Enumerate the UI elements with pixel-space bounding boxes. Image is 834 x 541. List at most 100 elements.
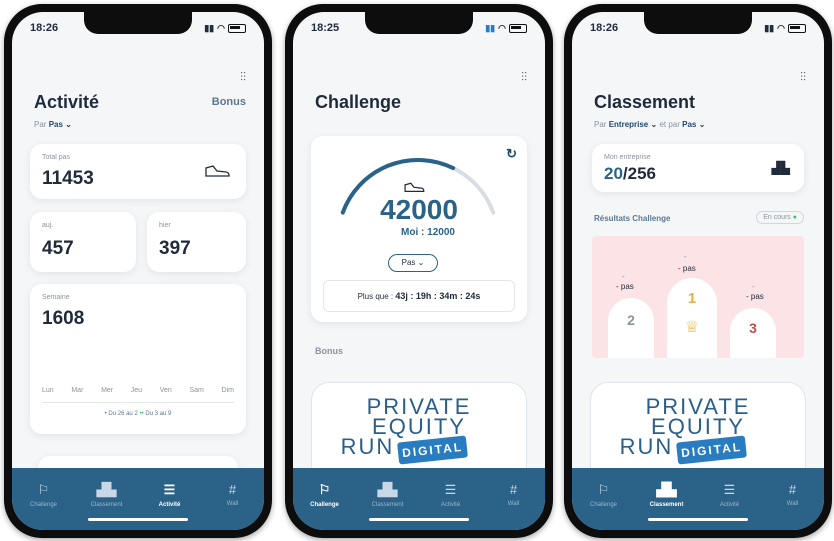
total-label: Total pas — [42, 154, 71, 161]
week-legend: • Du 26 au 2 •• Du 3 au 9 — [30, 411, 246, 417]
nav-label: Challenge — [310, 502, 339, 508]
yesterday-value: 397 — [159, 238, 191, 259]
screen-challenge: 18:25 ▮▮ ◠ ⫶⫶ Challenge ↻ 42000 Moi : 12… — [293, 12, 545, 530]
total-card: Total pas 11453 — [30, 144, 246, 199]
nav-challenge[interactable]: ⚐ Challenge — [12, 482, 75, 508]
podium-panel: - - pas - - pas - - pas 2 1 ♕ 3 — [592, 236, 804, 358]
nav-classement[interactable]: ▟▙ Classement — [75, 482, 138, 508]
flag-icon: ⚐ — [318, 482, 331, 497]
nav-wall[interactable]: # Wall — [482, 482, 545, 507]
podium-icon: ▟▙ — [771, 161, 790, 175]
chevron-down-icon: ⌄ — [698, 120, 706, 129]
hash-icon: # — [788, 482, 797, 497]
bonus-section-title: Bonus — [315, 346, 343, 356]
status-badge: En cours ● — [756, 211, 804, 224]
logo-run: RUN — [340, 434, 395, 459]
sliders-icon[interactable]: ⫶⫶ — [240, 70, 246, 85]
phone-activite: 18:26 ▮▮ ◠ ⫶⫶ Activité Bonus Par Pas ⌄ T… — [4, 4, 272, 538]
nav-label: Classement — [90, 502, 123, 508]
screen-classement: 18:26 ▮▮ ◠ ⫶⫶ Classement Par Entreprise … — [572, 12, 824, 530]
sneaker-icon — [404, 182, 425, 192]
bottom-nav: ⚐ Challenge ▟▙ Classement ☰ Activité # Wall — [572, 468, 824, 530]
legend-dot: • — [104, 411, 107, 417]
third-dot: - — [752, 282, 755, 291]
week-card: Semaine 1608 Lun Mar Mer Jeu Ven Sam Dim… — [30, 284, 246, 434]
nav-label: Activité — [440, 502, 461, 508]
company-card: Mon entreprise 20/256 ▟▙ — [592, 144, 804, 192]
sneaker-icon — [205, 165, 230, 177]
chevron-down-icon: ⌄ — [417, 258, 425, 267]
sliders-icon[interactable]: ⫶⫶ — [521, 70, 527, 85]
logo-digital-badge: DIGITAL — [397, 435, 469, 465]
first-steps: - pas — [678, 264, 696, 273]
day-label: Mar — [71, 387, 84, 394]
sliders-icon[interactable]: ⫶⫶ — [800, 70, 806, 85]
my-steps: Moi : 12000 — [401, 227, 455, 238]
bottom-nav: ⚐ Challenge ▟▙ Classement ☰ Activité # Wall — [12, 468, 264, 530]
nav-label: Activité — [719, 502, 740, 508]
phone-challenge: 18:25 ▮▮ ◠ ⫶⫶ Challenge ↻ 42000 Moi : 12… — [285, 4, 553, 538]
flag-icon: ⚐ — [597, 482, 610, 497]
nav-label: Challenge — [589, 502, 618, 508]
divider — [42, 402, 234, 403]
filter-mid: et par — [659, 120, 680, 129]
nav-classement[interactable]: ▟▙ Classement — [356, 482, 419, 508]
countdown-value: 43j : 19h : 34m : 24s — [395, 291, 481, 301]
refresh-icon[interactable]: ↻ — [506, 146, 517, 162]
nav-challenge[interactable]: ⚐ Challenge — [572, 482, 635, 508]
podium-icon: ▟▙ — [96, 482, 117, 497]
nav-activite[interactable]: ☰ Activité — [698, 482, 761, 508]
logo-digital-badge: DIGITAL — [676, 435, 748, 465]
status-time: 18:26 — [30, 22, 59, 34]
nav-label: Classement — [649, 502, 684, 508]
nav-wall[interactable]: # Wall — [201, 482, 264, 507]
phone-classement: 18:26 ▮▮ ◠ ⫶⫶ Classement Par Entreprise … — [564, 4, 832, 538]
countdown-prefix: Plus que : — [357, 292, 394, 301]
ranking-filter[interactable]: Par Entreprise ⌄ et par Pas ⌄ — [594, 120, 705, 129]
nav-activite[interactable]: ☰ Activité — [419, 482, 482, 508]
unit-select[interactable]: Pas ⌄ — [388, 254, 438, 272]
nav-activite[interactable]: ☰ Activité — [138, 482, 201, 508]
screen-activite: 18:26 ▮▮ ◠ ⫶⫶ Activité Bonus Par Pas ⌄ T… — [12, 12, 264, 530]
nav-label: Challenge — [29, 502, 58, 508]
nav-challenge[interactable]: ⚐ Challenge — [293, 482, 356, 508]
yesterday-card: hier 397 — [147, 212, 246, 272]
total-value: 11453 — [42, 168, 94, 189]
home-indicator — [88, 518, 188, 521]
nav-wall[interactable]: # Wall — [761, 482, 824, 507]
bonus-link[interactable]: Bonus — [212, 96, 246, 108]
day-label: Dim — [221, 387, 234, 394]
nav-classement[interactable]: ▟▙ Classement — [635, 482, 698, 508]
signal-icon: ▮▮ — [485, 22, 496, 33]
day-label: Sam — [189, 387, 204, 394]
wifi-icon: ◠ — [777, 22, 785, 33]
today-value: 457 — [42, 238, 74, 259]
logo-line3: RUN DIGITAL — [312, 434, 526, 465]
legend-cur: Du 3 au 9 — [145, 411, 172, 417]
battery-icon — [788, 23, 806, 33]
filter-prefix: Par — [594, 120, 607, 129]
status-time: 18:26 — [590, 22, 619, 34]
day-axis: Lun Mar Mer Jeu Ven Sam Dim — [42, 387, 234, 394]
countdown-box: Plus que : 43j : 19h : 34m : 24s — [323, 280, 515, 312]
podium-third: 3 — [730, 308, 776, 358]
second-steps: - pas — [616, 282, 634, 291]
second-dot: - — [622, 272, 625, 281]
trophy-icon: ♕ — [684, 319, 700, 336]
today-card: auj. 457 — [30, 212, 136, 272]
nav-label: Wall — [786, 501, 799, 507]
legend-prev: Du 26 au 2 — [108, 411, 138, 417]
home-indicator — [648, 518, 748, 521]
nav-label: Wall — [226, 501, 239, 507]
logo-run: RUN — [619, 434, 674, 459]
today-label: auj. — [42, 222, 54, 229]
nav-label: Classement — [371, 502, 404, 508]
day-label: Jeu — [130, 387, 143, 394]
battery-icon — [228, 23, 246, 33]
day-label: Mer — [101, 387, 114, 394]
company-rank: 20/256 — [604, 164, 656, 184]
first-dot: - — [684, 252, 687, 261]
nav-label: Wall — [507, 501, 520, 507]
unit-filter[interactable]: Par Pas ⌄ — [34, 120, 72, 129]
filter-value2: Pas — [682, 120, 697, 129]
